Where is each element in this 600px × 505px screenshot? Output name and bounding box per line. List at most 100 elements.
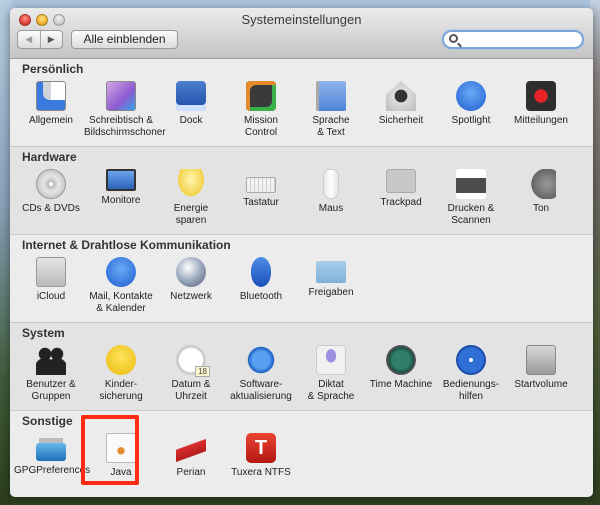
pref-pane-energie[interactable]: Energie sparen — [154, 167, 228, 227]
pref-pane-drucken[interactable]: Drucken & Scannen — [434, 167, 508, 227]
pref-pane-tastatur[interactable]: Tastatur — [224, 167, 298, 209]
show-all-button[interactable]: Alle einblenden — [71, 30, 178, 49]
section-title: Internet & Drahtlose Kommunikation — [22, 238, 231, 252]
pref-pane-dock[interactable]: Dock — [154, 79, 228, 127]
pref-pane-maus[interactable]: Maus — [294, 167, 368, 215]
pref-pane-label: Freigaben — [308, 287, 354, 298]
dock-icon — [176, 81, 206, 111]
speaker-icon — [526, 169, 556, 199]
pref-pane-label: Software- aktualisierung — [230, 379, 292, 402]
pref-pane-spotlight[interactable]: Spotlight — [434, 79, 508, 127]
pref-pane-mitteilungen[interactable]: Mitteilungen — [504, 79, 578, 127]
pane-list: iCloud Mail, Kontakte & Kalender Netzwerk B… — [10, 255, 593, 321]
pref-pane-startvolume[interactable]: Startvolume — [504, 343, 578, 391]
mouse-icon — [323, 169, 339, 199]
pane-list: Benutzer & Gruppen Kinder- sicherung 18 Dat… — [10, 343, 593, 409]
language-flag-icon — [316, 81, 346, 111]
pref-pane-software-[interactable]: Software- aktualisierung — [224, 343, 298, 403]
pref-pane-sprache[interactable]: Sprache & Text — [294, 79, 368, 139]
lightbulb-icon — [176, 169, 206, 199]
title-bar: Systemeinstellungen ◀ ▶ Alle einblenden — [10, 8, 593, 59]
pref-pane-bluetooth[interactable]: Bluetooth — [224, 255, 298, 303]
printer-icon — [456, 169, 486, 199]
pref-pane-label: Sicherheit — [378, 115, 424, 126]
search-field[interactable] — [442, 30, 584, 49]
pref-pane-monitore[interactable]: Monitore — [84, 167, 158, 207]
calendar-date-badge: 18 — [195, 366, 210, 377]
swiss-knife-icon — [176, 433, 206, 463]
pref-pane-ton[interactable]: Ton — [504, 167, 578, 215]
pref-pane-label: Tuxera NTFS — [231, 467, 291, 478]
pref-pane-label: Mission Control — [244, 115, 278, 138]
pref-pane-label: Kinder- sicherung — [99, 379, 143, 402]
forward-arrow-icon[interactable]: ▶ — [39, 31, 63, 48]
pref-pane-label: Bluetooth — [239, 291, 283, 302]
pref-pane-sicherheit[interactable]: Sicherheit — [364, 79, 438, 127]
spotlight-icon — [456, 81, 486, 111]
bluetooth-icon — [251, 257, 271, 287]
tuxera-t-icon: T — [246, 433, 276, 463]
pref-pane-label: Spotlight — [451, 115, 491, 126]
pref-pane-label: Datum & Uhrzeit — [171, 379, 211, 402]
keyboard-icon — [246, 177, 276, 193]
users-icon — [36, 345, 66, 375]
pref-pane-label: Sprache & Text — [312, 115, 350, 138]
pref-pane-kinder-[interactable]: Kinder- sicherung — [84, 343, 158, 403]
pref-pane-icloud[interactable]: iCloud — [14, 255, 88, 303]
pref-pane-mission[interactable]: Mission Control — [224, 79, 298, 139]
pref-pane-perian[interactable]: Perian — [154, 431, 228, 479]
section-persönlich: Persönlich Allgemein Schreibtisch & Bildsc… — [10, 59, 593, 147]
mail-at-icon — [106, 257, 136, 287]
padlock-icon — [36, 443, 66, 461]
pref-pane-datum[interactable]: 18 Datum & Uhrzeit — [154, 343, 228, 403]
pref-pane-cds[interactable]: CDs & DVDs — [14, 167, 88, 215]
pref-pane-label: Maus — [318, 203, 344, 214]
pref-pane-netzwerk[interactable]: Netzwerk — [154, 255, 228, 303]
parental-controls-icon — [106, 345, 136, 375]
notifications-icon — [526, 81, 556, 111]
security-house-icon — [386, 81, 416, 111]
network-globe-icon — [176, 257, 206, 287]
pref-pane-label: Drucken & Scannen — [447, 203, 495, 226]
section-title: Sonstige — [22, 414, 73, 428]
back-arrow-icon[interactable]: ◀ — [18, 31, 40, 48]
pref-pane-time[interactable]: Time Machine — [364, 343, 438, 391]
sharing-folder-icon — [316, 261, 346, 283]
pref-pane-label: Ton — [532, 203, 550, 214]
pref-pane-label: Schreibtisch & Bildschirmschoner — [84, 115, 166, 138]
desktop-icon — [106, 81, 136, 111]
pane-list: Allgemein Schreibtisch & Bildschirmschone… — [10, 79, 593, 145]
pref-pane-allgemein[interactable]: Allgemein — [14, 79, 88, 127]
pref-pane-tuxera[interactable]: T Tuxera NTFS — [224, 431, 298, 479]
pref-pane-label: Diktat & Sprache — [307, 379, 355, 402]
section-title: System — [22, 326, 65, 340]
pref-pane-trackpad[interactable]: Trackpad — [364, 167, 438, 209]
pref-pane-gpgpreferences[interactable]: GPGPreferences — [14, 431, 90, 477]
window-title: Systemeinstellungen — [241, 12, 362, 27]
pref-pane-label: iCloud — [36, 291, 66, 302]
pref-pane-label: Tastatur — [243, 197, 279, 208]
pref-pane-schreibtisch[interactable]: Schreibtisch & Bildschirmschoner — [84, 79, 166, 139]
section-title: Persönlich — [22, 62, 84, 76]
startup-disk-icon — [526, 345, 556, 375]
search-icon — [449, 34, 458, 43]
pref-pane-diktat[interactable]: Diktat & Sprache — [294, 343, 368, 403]
pref-pane-bedienungs-[interactable]: Bedienungs- hilfen — [434, 343, 508, 403]
cd-icon — [36, 169, 66, 199]
section-system: System Benutzer & Gruppen Kinder- sicherun… — [10, 323, 593, 411]
navigation-buttons: ◀ ▶ — [17, 30, 63, 49]
pref-pane-freigaben[interactable]: Freigaben — [294, 255, 368, 299]
pref-pane-label: Perian — [176, 467, 206, 478]
section-hardware: Hardware CDs & DVDs Monitore Energie sparen… — [10, 147, 593, 235]
pref-pane-label: Benutzer & Gruppen — [26, 379, 76, 402]
pref-pane-label: Dock — [179, 115, 203, 126]
section-internet-drahtlose-kommunikation: Internet & Drahtlose Kommunikation iCloud… — [10, 235, 593, 323]
pref-pane-benutzer[interactable]: Benutzer & Gruppen — [14, 343, 88, 403]
pref-pane-label: Time Machine — [369, 379, 433, 390]
software-update-icon — [246, 345, 276, 375]
pref-pane-label: Allgemein — [29, 115, 73, 126]
pref-pane-mail[interactable]: Mail, Kontakte & Kalender — [84, 255, 158, 315]
pref-pane-label: Bedienungs- hilfen — [442, 379, 500, 402]
microphone-icon — [316, 345, 346, 375]
pane-list: CDs & DVDs Monitore Energie sparen Tastatur… — [10, 167, 593, 233]
